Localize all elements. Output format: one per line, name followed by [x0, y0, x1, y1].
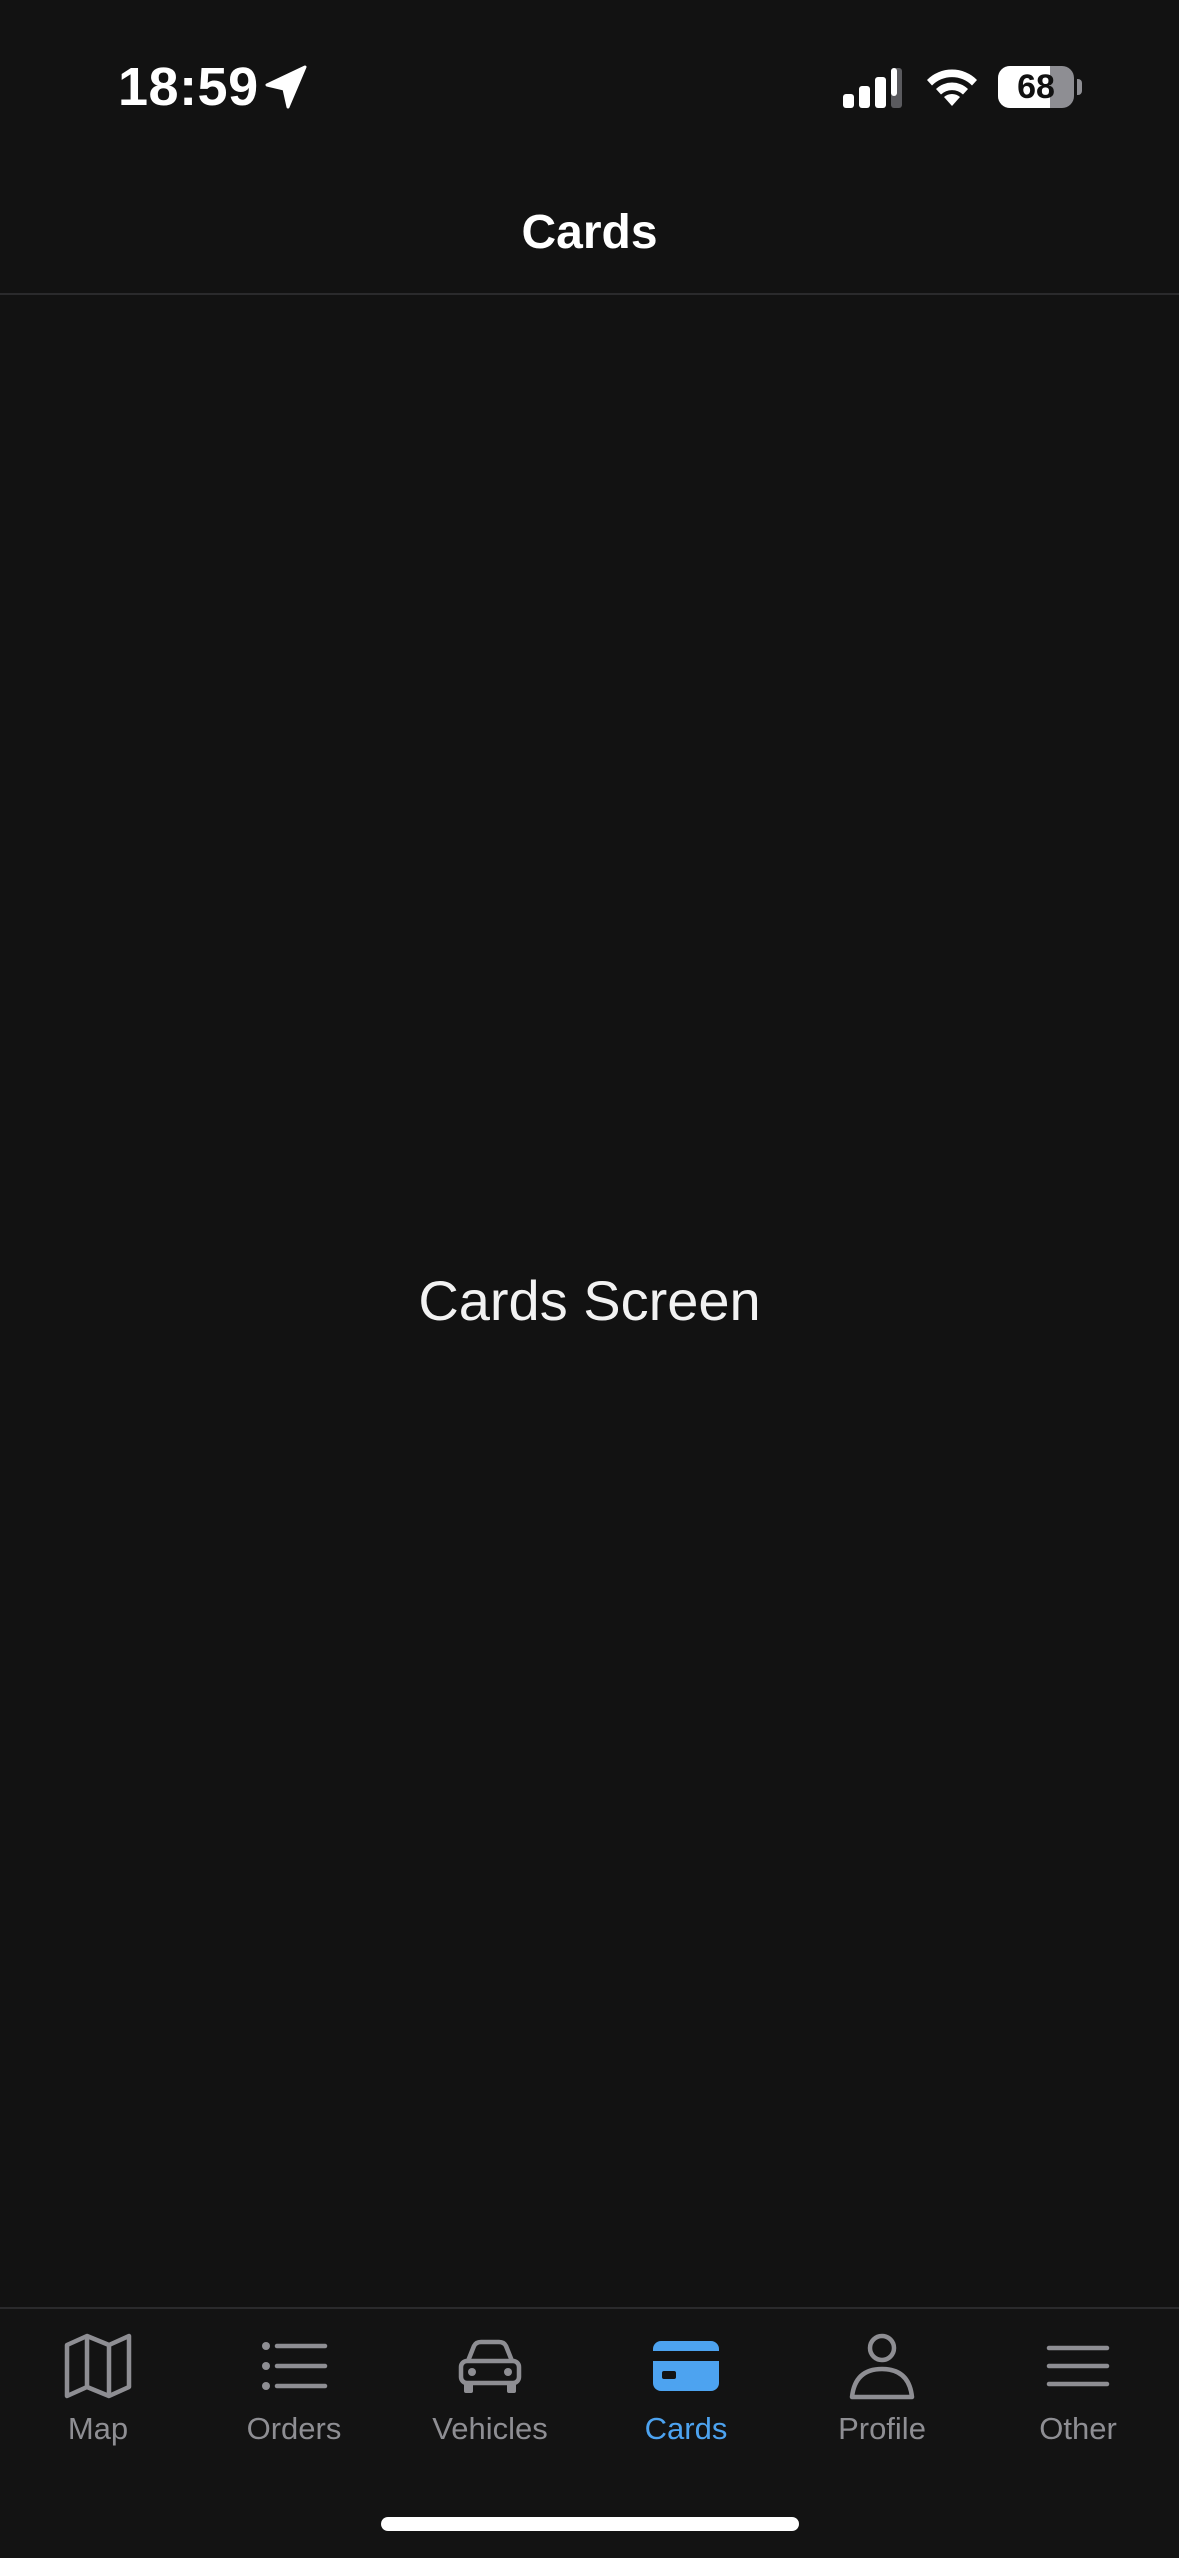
navigation-header: Cards — [0, 175, 1179, 295]
status-bar: 18:59 68 — [0, 0, 1179, 175]
person-icon — [849, 2333, 915, 2400]
tab-vehicles[interactable]: Vehicles — [392, 2309, 588, 2459]
tab-label-vehicles: Vehicles — [432, 2411, 548, 2446]
tab-profile[interactable]: Profile — [784, 2309, 980, 2459]
cellular-signal-icon — [843, 68, 902, 108]
credit-card-icon — [653, 2341, 719, 2391]
tab-label-cards: Cards — [644, 2411, 728, 2446]
tab-label-map: Map — [67, 2411, 129, 2446]
map-icon — [64, 2333, 132, 2399]
menu-icon — [1046, 2345, 1110, 2387]
tab-other[interactable]: Other — [980, 2309, 1176, 2459]
car-icon — [458, 2339, 522, 2393]
location-arrow-icon — [265, 65, 307, 109]
tab-label-profile: Profile — [838, 2411, 926, 2446]
tab-map[interactable]: Map — [0, 2309, 196, 2459]
list-icon — [262, 2342, 328, 2390]
wifi-icon — [927, 69, 977, 106]
battery-level: 68 — [1017, 68, 1055, 106]
battery-icon: 68 — [998, 66, 1082, 108]
tab-label-other: Other — [1039, 2411, 1117, 2446]
battery-cap — [1077, 79, 1082, 95]
screen-placeholder-label: Cards Screen — [418, 1269, 761, 1332]
tab-cards[interactable]: Cards — [588, 2309, 784, 2459]
page-title: Cards — [521, 206, 658, 259]
tab-label-orders: Orders — [246, 2411, 342, 2446]
status-time: 18:59 — [118, 57, 259, 117]
home-indicator[interactable] — [381, 2517, 799, 2531]
tab-orders[interactable]: Orders — [196, 2309, 392, 2459]
battery-body: 68 — [998, 66, 1074, 108]
